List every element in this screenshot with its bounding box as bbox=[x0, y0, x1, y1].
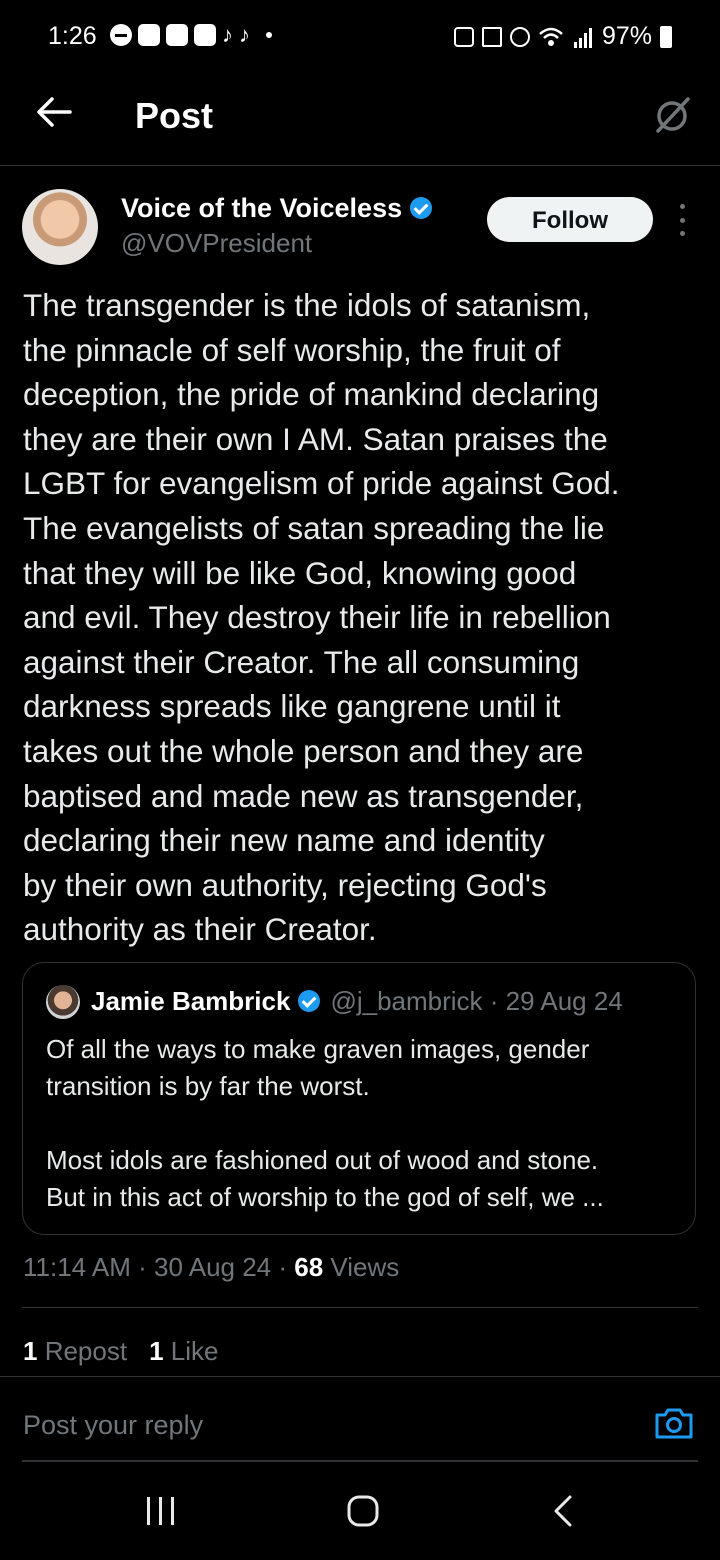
author-name[interactable]: Voice of the Voiceless bbox=[121, 193, 402, 223]
alarm-icon bbox=[509, 26, 530, 47]
recent-apps-icon[interactable] bbox=[143, 1494, 179, 1528]
app-notification-icon bbox=[166, 24, 188, 46]
chevron-left-icon[interactable] bbox=[548, 1493, 578, 1529]
app-notification-icon bbox=[194, 24, 216, 46]
tiktok-icon: ♪ bbox=[222, 22, 233, 47]
signal-icon bbox=[573, 27, 592, 48]
likes-count: 1 bbox=[149, 1336, 164, 1366]
divider bbox=[22, 1307, 698, 1308]
post-time: 11:14 AM · 30 Aug 24 · bbox=[23, 1252, 295, 1282]
reposts-stat[interactable]: 1 Repost bbox=[23, 1336, 127, 1366]
likes-stat[interactable]: 1 Like bbox=[149, 1336, 218, 1366]
sleep-icon bbox=[481, 26, 502, 47]
arrow-left-icon[interactable] bbox=[34, 92, 74, 132]
reply-divider bbox=[22, 1460, 698, 1462]
post-stats: 1 Repost 1 Like bbox=[23, 1336, 218, 1367]
more-notifications-icon bbox=[266, 32, 272, 38]
reply-input[interactable] bbox=[23, 1400, 623, 1450]
app-notification-icon bbox=[138, 24, 160, 46]
avatar[interactable] bbox=[22, 189, 98, 265]
status-system-icons: 97% bbox=[453, 22, 672, 51]
follow-button[interactable]: Follow bbox=[487, 197, 653, 242]
quote-text: Of all the ways to make graven images, g… bbox=[46, 1034, 604, 1212]
author-handle[interactable]: @VOVPresident bbox=[121, 228, 312, 259]
sim-icon bbox=[453, 26, 474, 47]
more-options-icon[interactable] bbox=[672, 204, 692, 236]
author-name-row[interactable]: Voice of the Voiceless bbox=[121, 193, 433, 224]
reposts-count: 1 bbox=[23, 1336, 38, 1366]
quote-avatar bbox=[46, 985, 80, 1019]
grok-icon[interactable] bbox=[652, 95, 692, 135]
header-divider bbox=[0, 165, 720, 166]
quote-meta: @j_bambrick · 29 Aug 24 bbox=[330, 986, 623, 1016]
page-title: Post bbox=[135, 95, 214, 136]
views-count: 68 bbox=[294, 1252, 324, 1282]
battery-percent: 97% bbox=[601, 22, 652, 50]
verified-badge-icon bbox=[298, 990, 321, 1013]
home-icon[interactable] bbox=[345, 1493, 381, 1529]
status-notification-icons: ♪ ♪ bbox=[110, 24, 272, 46]
camera-icon[interactable] bbox=[654, 1406, 694, 1440]
reposts-label: Repost bbox=[37, 1336, 128, 1366]
wifi-icon bbox=[539, 27, 563, 46]
divider bbox=[0, 1376, 720, 1377]
quote-header: Jamie Bambrick @j_bambrick · 29 Aug 24 bbox=[91, 986, 623, 1017]
post-meta: 11:14 AM · 30 Aug 24 · 68 Views bbox=[23, 1252, 399, 1283]
likes-label: Like bbox=[163, 1336, 219, 1366]
verified-badge-icon bbox=[410, 196, 433, 219]
dnd-icon bbox=[110, 24, 132, 46]
quote-author-name: Jamie Bambrick bbox=[91, 986, 291, 1016]
views-label: Views bbox=[323, 1252, 400, 1282]
post-body: The transgender is the idols of satanism… bbox=[23, 287, 620, 948]
battery-icon bbox=[660, 25, 672, 48]
tiktok-icon: ♪ bbox=[239, 22, 250, 47]
status-time: 1:26 bbox=[48, 22, 97, 50]
